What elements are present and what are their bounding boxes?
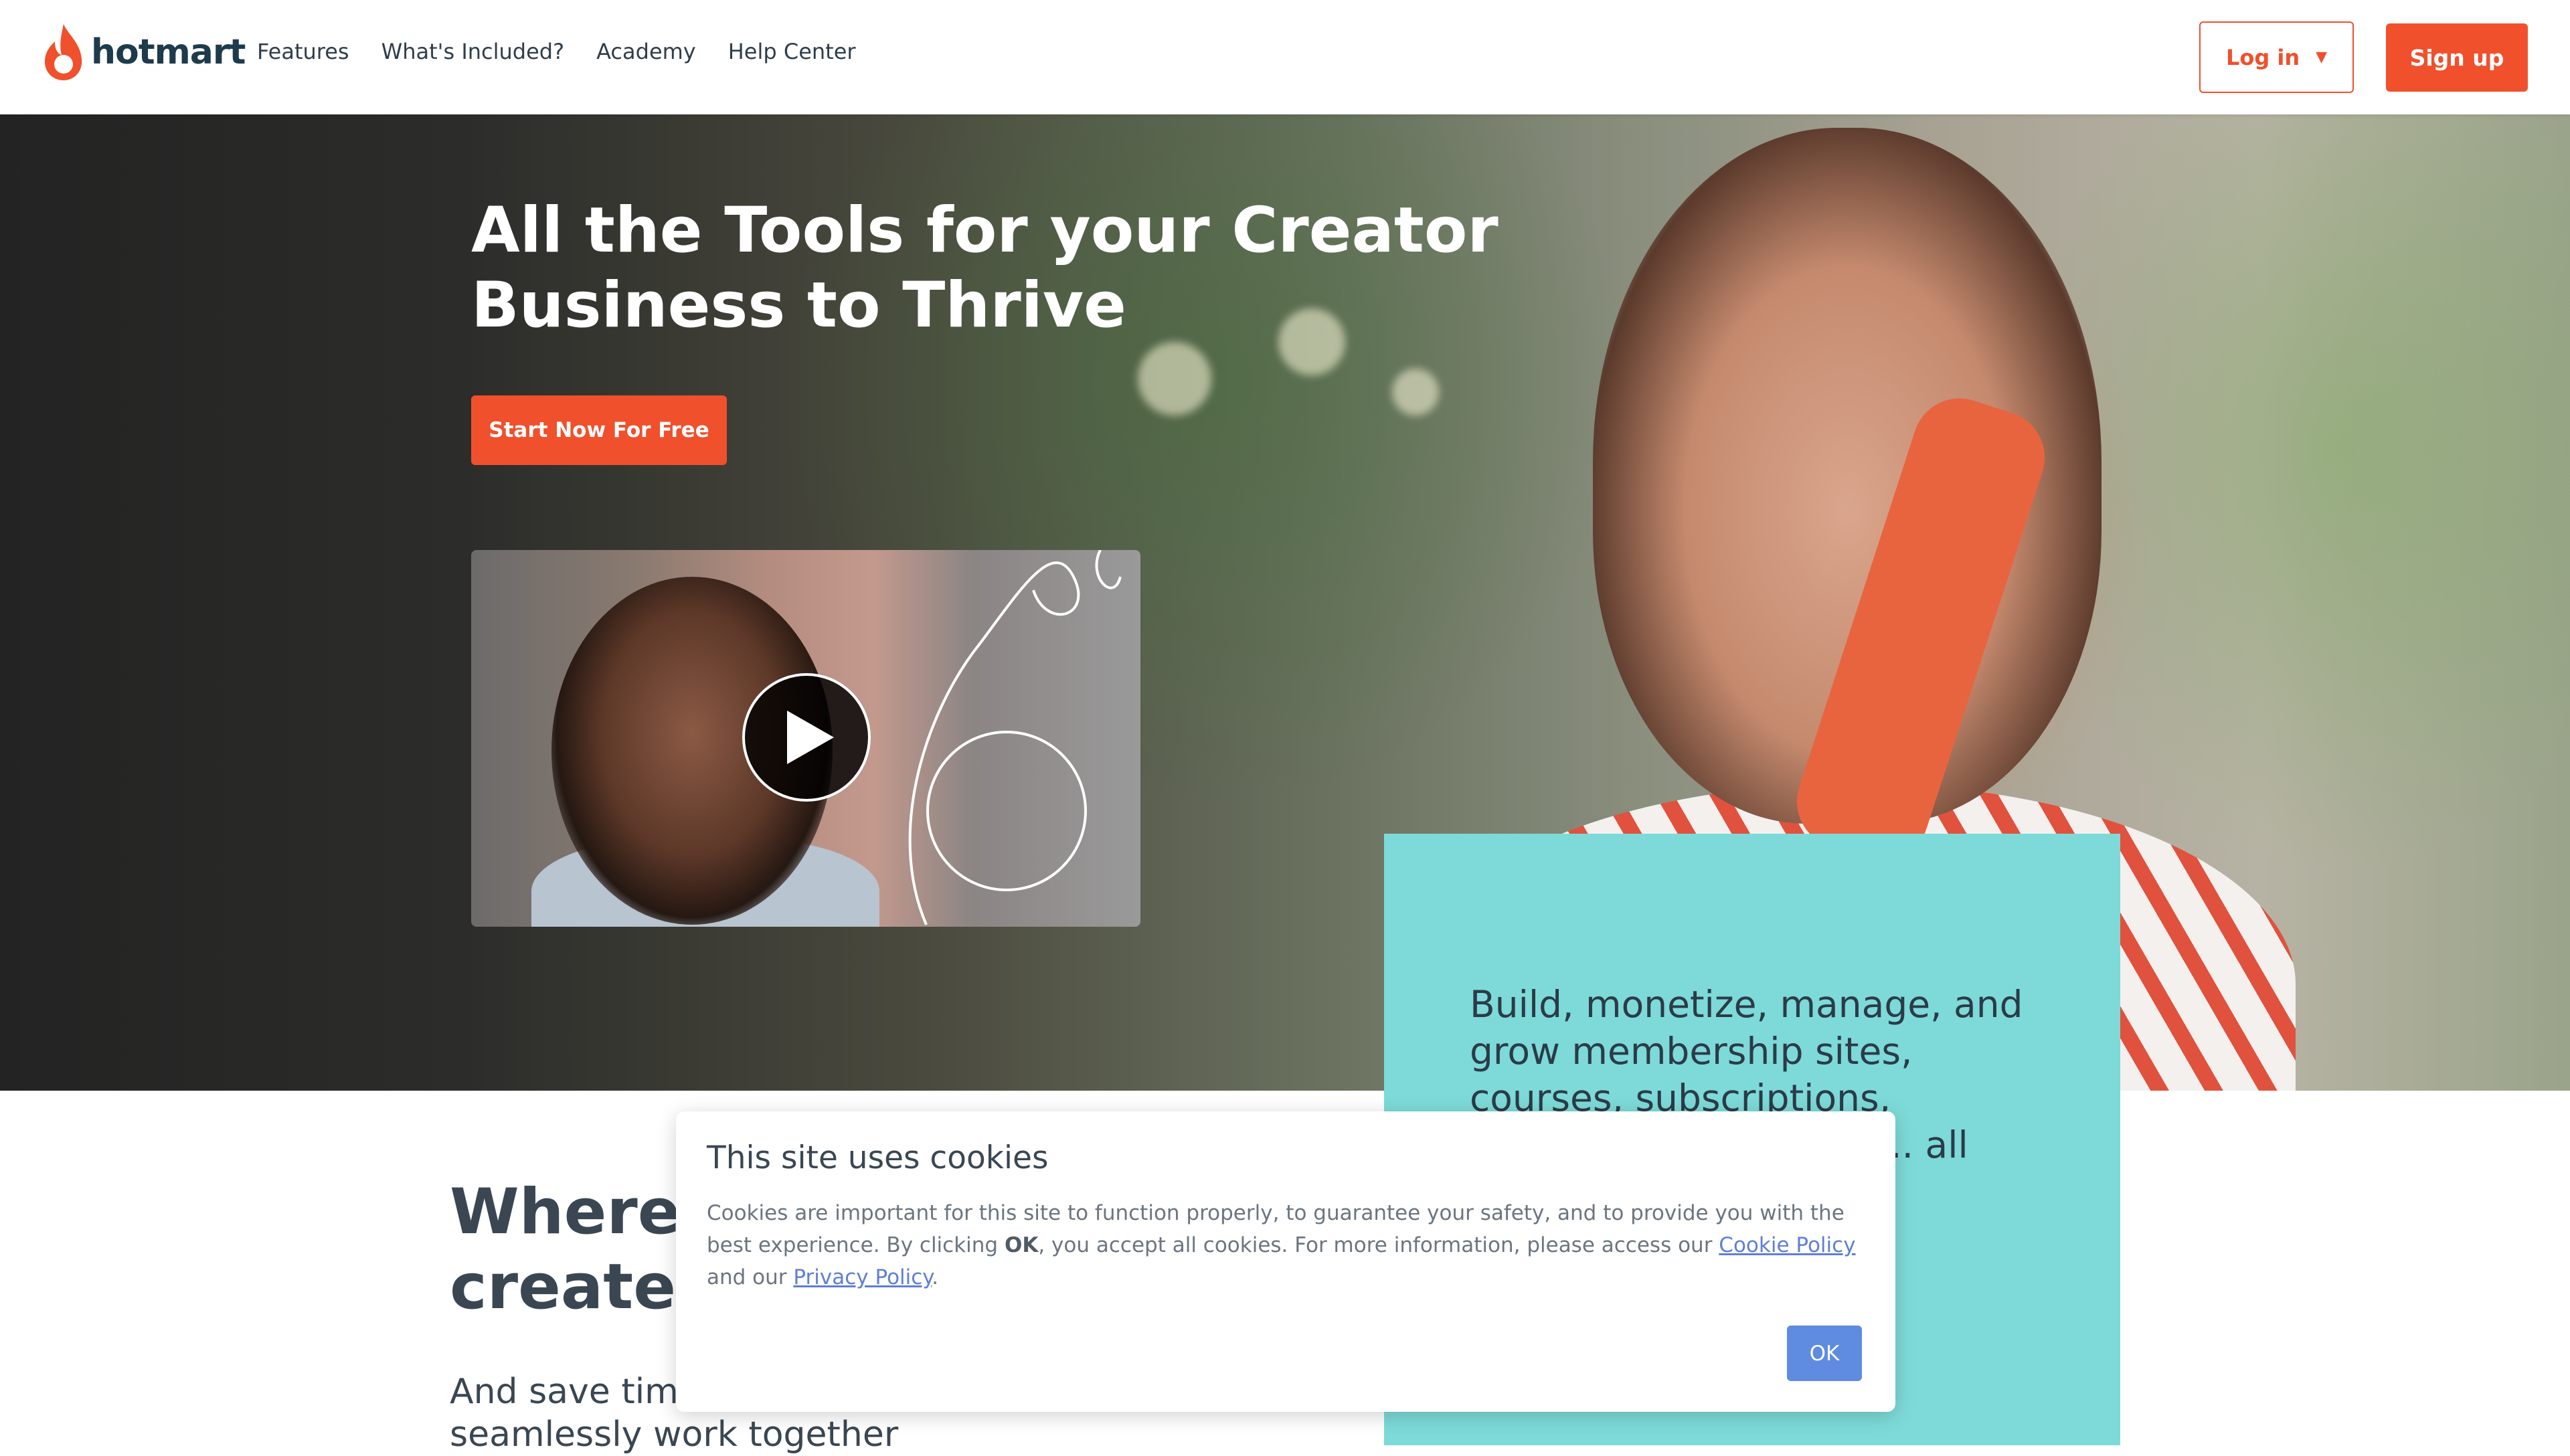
- play-button[interactable]: [742, 673, 871, 802]
- cookie-text: and our: [707, 1265, 794, 1289]
- start-now-button[interactable]: Start Now For Free: [471, 395, 727, 465]
- cookie-text: .: [932, 1265, 939, 1289]
- cookie-banner: This site uses cookies Cookies are impor…: [676, 1111, 1895, 1412]
- decorative-swirl: [908, 550, 1122, 925]
- play-icon: [787, 711, 834, 764]
- nav-help-center[interactable]: Help Center: [728, 39, 856, 64]
- login-button[interactable]: Log in ▼: [2199, 21, 2354, 93]
- hero-section: All the Tools for your Creator Business …: [0, 114, 2570, 1091]
- cookie-policy-link[interactable]: Cookie Policy: [1719, 1233, 1855, 1257]
- cookie-ok-button[interactable]: OK: [1787, 1326, 1862, 1381]
- cookie-title: This site uses cookies: [707, 1140, 1049, 1176]
- privacy-policy-link[interactable]: Privacy Policy: [793, 1265, 932, 1289]
- background-bokeh: [1138, 342, 1211, 416]
- nav-academy[interactable]: Academy: [596, 39, 696, 64]
- cookie-body: Cookies are important for this site to f…: [707, 1197, 1865, 1293]
- site-header: hotmart Features What's Included? Academ…: [0, 0, 2570, 114]
- nav-features[interactable]: Features: [257, 39, 349, 64]
- video-thumbnail[interactable]: [471, 550, 1140, 927]
- main-nav: Features What's Included? Academy Help C…: [257, 39, 888, 64]
- hotmart-logo[interactable]: hotmart: [41, 19, 246, 86]
- hotmart-flame-icon: [44, 24, 82, 80]
- logo-wordmark: hotmart: [91, 32, 246, 72]
- background-bokeh: [1392, 369, 1439, 416]
- hero-title: All the Tools for your Creator Business …: [471, 194, 1498, 342]
- signup-button[interactable]: Sign up: [2386, 23, 2528, 92]
- cookie-text-ok: OK: [1004, 1233, 1039, 1257]
- nav-whats-included[interactable]: What's Included?: [381, 39, 565, 64]
- caret-down-icon: ▼: [2316, 49, 2328, 66]
- login-label: Log in: [2225, 44, 2300, 70]
- cookie-text: , you accept all cookies. For more infor…: [1038, 1233, 1719, 1257]
